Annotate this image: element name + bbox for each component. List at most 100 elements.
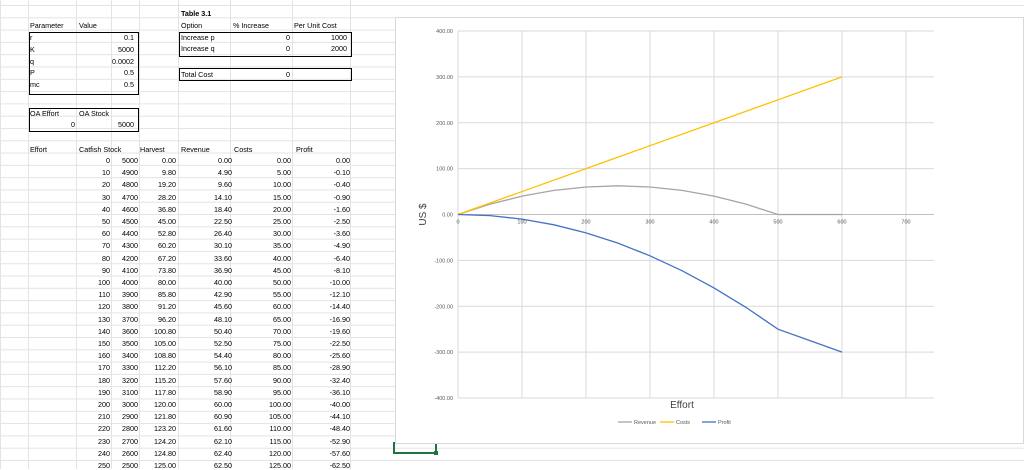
- table-cell: 108.80: [154, 351, 176, 361]
- table-cell: 0.00: [277, 156, 291, 165]
- table-cell: 85.00: [273, 363, 291, 373]
- y-tick-label: -300.00: [434, 350, 453, 356]
- chart-area[interactable]: 400.00 300.00 200.00 100.00 0.00 -100.00 -200.…: [395, 17, 1024, 444]
- table-cell: 4900: [122, 168, 138, 178]
- table-cell: 33.60: [214, 253, 232, 263]
- table-cell: -22.50: [329, 339, 350, 348]
- param-value: 0.5: [124, 68, 134, 78]
- table31-option-2: Increase q: [181, 44, 215, 53]
- table-cell: 110.00: [269, 424, 291, 434]
- table-cell: -48.40: [329, 424, 350, 434]
- table-cell: 4100: [122, 265, 138, 275]
- table-cell: 25.00: [273, 217, 291, 226]
- table-cell: 50.00: [273, 278, 291, 287]
- table-cell: 4800: [122, 180, 138, 190]
- main-header: Costs: [234, 145, 253, 154]
- param-name: P: [30, 68, 35, 78]
- total-cost-label: Total Cost: [181, 70, 213, 79]
- table-cell: 96.20: [158, 314, 176, 324]
- table-cell: 85.80: [158, 290, 176, 300]
- table-cell: 52.50: [214, 339, 232, 348]
- table-cell: 30.10: [214, 241, 232, 251]
- y-tick-label: -200.00: [434, 304, 453, 310]
- x-tick-label: 300: [645, 220, 654, 226]
- table-cell: 60.20: [158, 241, 176, 251]
- table-cell: 4000: [122, 278, 138, 287]
- table-cell: 40.00: [273, 253, 291, 263]
- param-value: 0.0002: [112, 56, 134, 66]
- table-cell: 40.00: [214, 278, 232, 287]
- table-cell: 10.00: [273, 180, 291, 190]
- table-cell: 55.00: [273, 290, 291, 300]
- table31-title: Table 3.1: [181, 9, 212, 18]
- table-cell: -14.40: [329, 302, 350, 312]
- table-cell: 90.00: [273, 375, 291, 385]
- table-cell: -32.40: [329, 375, 350, 385]
- table-cell: -28.90: [329, 363, 350, 373]
- table-cell: -52.90: [329, 436, 350, 446]
- table-cell: -12.10: [329, 290, 350, 300]
- table-cell: 3100: [122, 387, 138, 397]
- table-cell: 62.40: [214, 448, 232, 458]
- x-tick-label: 0: [456, 220, 459, 226]
- table-cell: 2800: [122, 424, 138, 434]
- table-cell: 36.80: [158, 204, 176, 214]
- legend-label-costs: Costs: [676, 420, 690, 426]
- table-cell: 67.20: [158, 253, 176, 263]
- table-cell: -0.40: [333, 180, 350, 190]
- table-cell: 50.40: [214, 326, 232, 336]
- table-cell: 9.60: [218, 180, 232, 190]
- table-cell: 42.90: [214, 290, 232, 300]
- x-tick-label: 600: [837, 220, 846, 226]
- table-cell: 91.20: [158, 302, 176, 312]
- table-cell: 5000: [122, 156, 138, 165]
- x-tick-label: 400: [709, 220, 718, 226]
- table-cell: 14.10: [214, 192, 232, 202]
- table-cell: 115.20: [154, 375, 176, 385]
- table-cell: 105.00: [269, 412, 291, 422]
- table-cell: -8.10: [333, 265, 350, 275]
- param-name: r: [30, 33, 33, 42]
- table-cell: 3900: [122, 290, 138, 300]
- param-value: 0.1: [124, 33, 134, 42]
- table-cell: 22.50: [214, 217, 232, 226]
- oa-stock-value: 5000: [118, 120, 134, 129]
- table-cell: 2900: [122, 412, 138, 422]
- table-cell: 54.40: [214, 351, 232, 361]
- table-cell: -16.90: [329, 314, 350, 324]
- table-cell: 2600: [122, 448, 138, 458]
- table31-option-header: Option: [181, 21, 203, 30]
- table-cell: 4600: [122, 204, 138, 214]
- table-cell: 3300: [122, 363, 138, 373]
- main-header: Catfish Stock: [79, 145, 122, 154]
- table-cell: 45.00: [158, 217, 176, 226]
- table-cell: -0.90: [333, 192, 350, 202]
- table31-option-1: Increase p: [181, 33, 215, 42]
- table-cell: 95.00: [273, 387, 291, 397]
- param-value: 5000: [118, 44, 134, 54]
- table-cell: -44.10: [329, 412, 350, 422]
- table31-cost-header: Per Unit Cost: [294, 21, 337, 30]
- table-cell: 4500: [122, 217, 138, 226]
- table-cell: 123.20: [154, 424, 176, 434]
- table-cell: 3000: [122, 400, 138, 409]
- table-cell: 15.00: [273, 192, 291, 202]
- y-tick-label: -400.00: [434, 396, 453, 402]
- table-cell: 0.00: [162, 156, 176, 165]
- param-header: Parameter: [30, 21, 64, 30]
- table31-cost-2: 2000: [331, 44, 347, 53]
- table-cell: 4400: [122, 229, 138, 239]
- table-cell: 56.10: [214, 363, 232, 373]
- table-cell: 57.60: [214, 375, 232, 385]
- oa-effort-value: 0: [71, 120, 75, 129]
- table-cell: 48.10: [214, 314, 232, 324]
- param-name: K: [30, 44, 35, 54]
- table-cell: 117.80: [154, 387, 176, 397]
- table-cell: -10.00: [329, 278, 350, 287]
- table-cell: -2.50: [333, 217, 350, 226]
- legend-label-profit: Profit: [718, 420, 731, 426]
- table-cell: 80.00: [273, 351, 291, 361]
- table-cell: 120.00: [154, 400, 176, 409]
- table-cell: 0.00: [336, 156, 350, 165]
- table-cell: 60.90: [214, 412, 232, 422]
